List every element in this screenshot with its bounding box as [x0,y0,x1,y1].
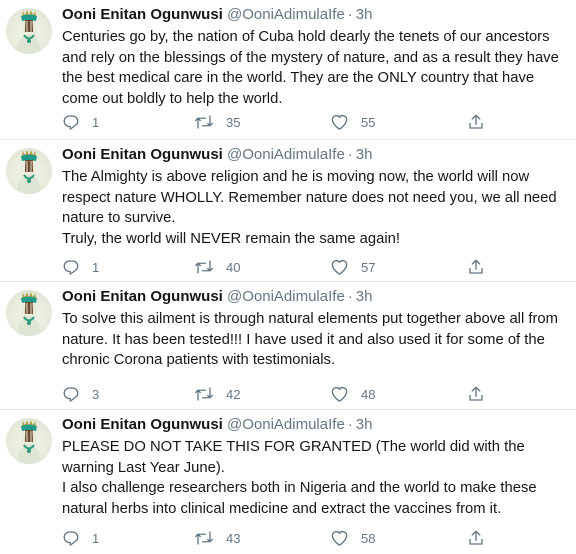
reply-count: 3 [92,386,100,402]
separator: · [347,146,353,163]
retweet-icon [195,115,213,129]
tweet-text: PLEASE DO NOT TAKE THIS FOR GRANTED (The… [62,437,568,519]
heart-icon [331,386,348,402]
reply-icon [63,531,79,546]
reply-icon [63,260,79,275]
tweet-text-line: The Almighty is above religion and he is… [62,169,557,226]
tweet-text-line: To solve this ailment is through natural… [62,311,558,368]
author-name[interactable]: Ooni Enitan Ogunwusi [62,146,223,163]
retweet-icon [195,531,213,545]
tweet-header: Ooni Enitan Ogunwusi @OoniAdimulaIfe · 3h [62,0,568,26]
tweet-header: Ooni Enitan Ogunwusi @OoniAdimulaIfe · 3h [62,410,568,436]
tweet-text-line: Truly, the world will NEVER remain the s… [62,230,400,247]
timestamp[interactable]: 3h [356,288,373,305]
retweet-icon [195,260,213,274]
avatar-image [17,292,41,336]
retweet-count: 43 [226,530,241,546]
retweet-button[interactable]: 40 [194,257,240,277]
like-button[interactable]: 58 [330,528,375,548]
avatar[interactable] [6,418,52,464]
reply-button[interactable]: 1 [62,257,99,277]
retweet-count: 42 [226,386,241,402]
heart-icon [331,530,348,546]
share-icon [469,530,483,545]
tweet-actions: 1 43 58 [62,528,576,548]
retweet-count: 40 [226,259,241,275]
tweet-text-line: PLEASE DO NOT TAKE THIS FOR GRANTED (The… [62,439,525,476]
tweet-feed: Ooni Enitan Ogunwusi @OoniAdimulaIfe · 3h … [0,0,576,554]
retweet-button[interactable]: 43 [194,528,240,548]
separator: · [347,288,353,305]
tweet-actions: 3 42 48 [62,384,576,404]
tweet-header: Ooni Enitan Ogunwusi @OoniAdimulaIfe · 3h [62,140,568,166]
retweet-count: 35 [226,114,241,130]
tweet-text: The Almighty is above religion and he is… [62,167,568,249]
share-icon [469,386,483,401]
share-icon [469,259,483,274]
retweet-icon [195,387,213,401]
like-count: 48 [361,386,376,402]
heart-icon [331,259,348,275]
reply-button[interactable]: 1 [62,112,99,132]
timestamp[interactable]: 3h [356,416,373,433]
like-count: 57 [361,259,376,275]
share-button[interactable] [467,112,485,132]
reply-button[interactable]: 3 [62,384,99,404]
retweet-button[interactable]: 42 [194,384,240,404]
tweet-header: Ooni Enitan Ogunwusi @OoniAdimulaIfe · 3h [62,282,568,308]
share-icon [469,114,483,129]
timestamp[interactable]: 3h [356,6,373,23]
author-handle[interactable]: @OoniAdimulaIfe [227,6,345,23]
share-button[interactable] [467,384,485,404]
tweet-actions: 1 40 57 [62,257,576,277]
retweet-button[interactable]: 35 [194,112,240,132]
author-name[interactable]: Ooni Enitan Ogunwusi [62,6,223,23]
reply-count: 1 [92,114,100,130]
author-name[interactable]: Ooni Enitan Ogunwusi [62,416,223,433]
tweet-text-line: Centuries go by, the nation of Cuba hold… [62,29,559,107]
avatar[interactable] [6,290,52,336]
author-handle[interactable]: @OoniAdimulaIfe [227,416,345,433]
reply-count: 1 [92,259,100,275]
author-handle[interactable]: @OoniAdimulaIfe [227,288,345,305]
like-button[interactable]: 55 [330,112,375,132]
like-count: 58 [361,530,376,546]
author-name[interactable]: Ooni Enitan Ogunwusi [62,288,223,305]
tweet-actions: 1 35 55 [62,112,576,132]
avatar[interactable] [6,8,52,54]
timestamp[interactable]: 3h [356,146,373,163]
reply-icon [63,115,79,130]
reply-icon [63,387,79,402]
avatar-image [17,10,41,54]
tweet-text: Centuries go by, the nation of Cuba hold… [62,27,568,109]
like-button[interactable]: 57 [330,257,375,277]
author-handle[interactable]: @OoniAdimulaIfe [227,146,345,163]
reply-count: 1 [92,530,100,546]
reply-button[interactable]: 1 [62,528,99,548]
tweet-text-line: I also challenge researchers both in Nig… [62,480,537,517]
avatar-image [17,150,41,194]
separator: · [347,416,353,433]
heart-icon [331,114,348,130]
like-count: 55 [361,114,376,130]
share-button[interactable] [467,528,485,548]
avatar-image [17,420,41,464]
share-button[interactable] [467,257,485,277]
tweet-text: To solve this ailment is through natural… [62,309,568,371]
avatar[interactable] [6,148,52,194]
like-button[interactable]: 48 [330,384,375,404]
separator: · [347,6,353,23]
